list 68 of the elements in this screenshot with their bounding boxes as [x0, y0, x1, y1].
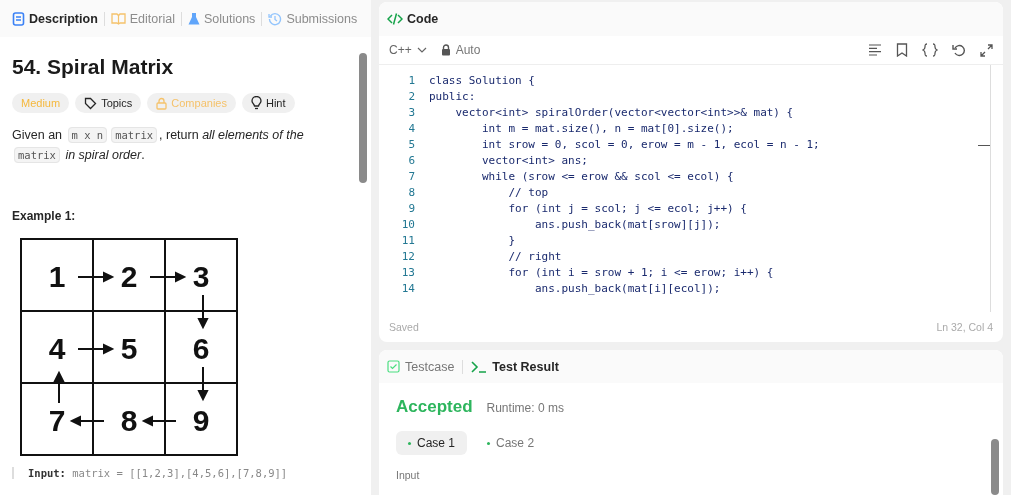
problem-title: 54. Spiral Matrix [12, 55, 175, 79]
panel-tab[interactable]: Editorial [104, 11, 181, 26]
flask-icon [187, 11, 200, 26]
document-icon [12, 11, 25, 26]
panel-tab[interactable]: Testcase [387, 359, 455, 374]
code-line: int srow = 0, scol = 0, erow = m - 1, ecol = n - 1; [480, 137, 820, 153]
bookmark-icon[interactable] [896, 43, 908, 57]
line-number: 3 [407, 105, 415, 121]
code-line: ans.push_back(mat[i][ecol]); [533, 281, 721, 297]
line-number: 6 [407, 153, 415, 169]
code-line: // right [507, 249, 562, 265]
line-number: 4 [407, 121, 415, 137]
case-tab[interactable]: Case 1 [396, 431, 468, 455]
braces-icon[interactable] [922, 43, 938, 57]
checkbox-icon [387, 360, 400, 373]
code-line: } [507, 233, 516, 249]
lightbulb-icon [250, 96, 262, 110]
code-line: class Solution { [428, 73, 535, 89]
code-line: int m = mat.size(), n = mat[0].size(); [480, 121, 734, 137]
lock-icon [440, 44, 451, 56]
line-number: 8 [407, 185, 415, 201]
panel-tab[interactable]: Solutions [181, 11, 262, 26]
history-icon [268, 11, 283, 26]
runtime-label: Runtime: 0 ms [486, 401, 564, 415]
format-icon[interactable] [868, 44, 882, 56]
line-number: 10 [400, 217, 415, 233]
verdict-status: Accepted [396, 397, 473, 417]
panel-tab[interactable]: Description [6, 11, 104, 26]
scrollbar[interactable] [991, 439, 999, 495]
input-label: Input [396, 469, 421, 481]
problem-statement: Given an m x n matrix , return all elements of the matrix in spiral order. [12, 126, 305, 165]
example-heading: Example 1: [12, 209, 77, 223]
panel-title: Code [387, 12, 439, 26]
panel-tab[interactable]: Submissions [262, 11, 364, 26]
line-number: 14 [400, 281, 415, 297]
code-line: ans.push_back(mat[srow][j]); [533, 217, 721, 233]
scrollbar[interactable] [359, 53, 367, 183]
case-tab[interactable]: Case 2 [475, 431, 547, 455]
code-line: vector<int> spiralOrder(vector<vector<int>>& mat) { [454, 105, 794, 121]
line-number: 13 [400, 265, 415, 281]
line-number: 1 [407, 73, 415, 89]
line-number: 11 [400, 233, 415, 249]
auto-mode-label: Auto [440, 43, 481, 57]
save-status: Saved [389, 321, 419, 333]
code-line: for (int j = scol; j <= ecol; j++) { [507, 201, 747, 217]
tag-chip[interactable]: Topics [75, 93, 142, 113]
tag-icon [84, 96, 98, 110]
code-icon [387, 12, 403, 26]
panel-tab[interactable]: Test Result [471, 359, 559, 374]
lock-icon [156, 96, 168, 110]
undo-icon[interactable] [952, 43, 966, 57]
code-line: vector<int> ans; [480, 153, 588, 169]
tag-chip[interactable]: Hint [241, 93, 295, 113]
expand-icon[interactable] [980, 43, 993, 57]
language-dropdown[interactable]: C++ [389, 43, 427, 57]
line-number: 5 [407, 137, 415, 153]
line-number: 2 [407, 89, 415, 105]
code-line: public: [428, 89, 476, 105]
chevron-down-icon [416, 47, 427, 53]
code-line: for (int i = srow + 1; i <= erow; i++) { [507, 265, 774, 281]
code-line: while (srow <= erow && scol <= ecol) { [480, 169, 734, 185]
book-icon [110, 12, 126, 25]
terminal-icon [471, 360, 488, 373]
line-number: 7 [407, 169, 415, 185]
line-number: 12 [400, 249, 415, 265]
code-line: // top [507, 185, 549, 201]
line-number: 9 [407, 201, 415, 217]
cursor-position: Ln 32, Col 4 [936, 321, 993, 333]
